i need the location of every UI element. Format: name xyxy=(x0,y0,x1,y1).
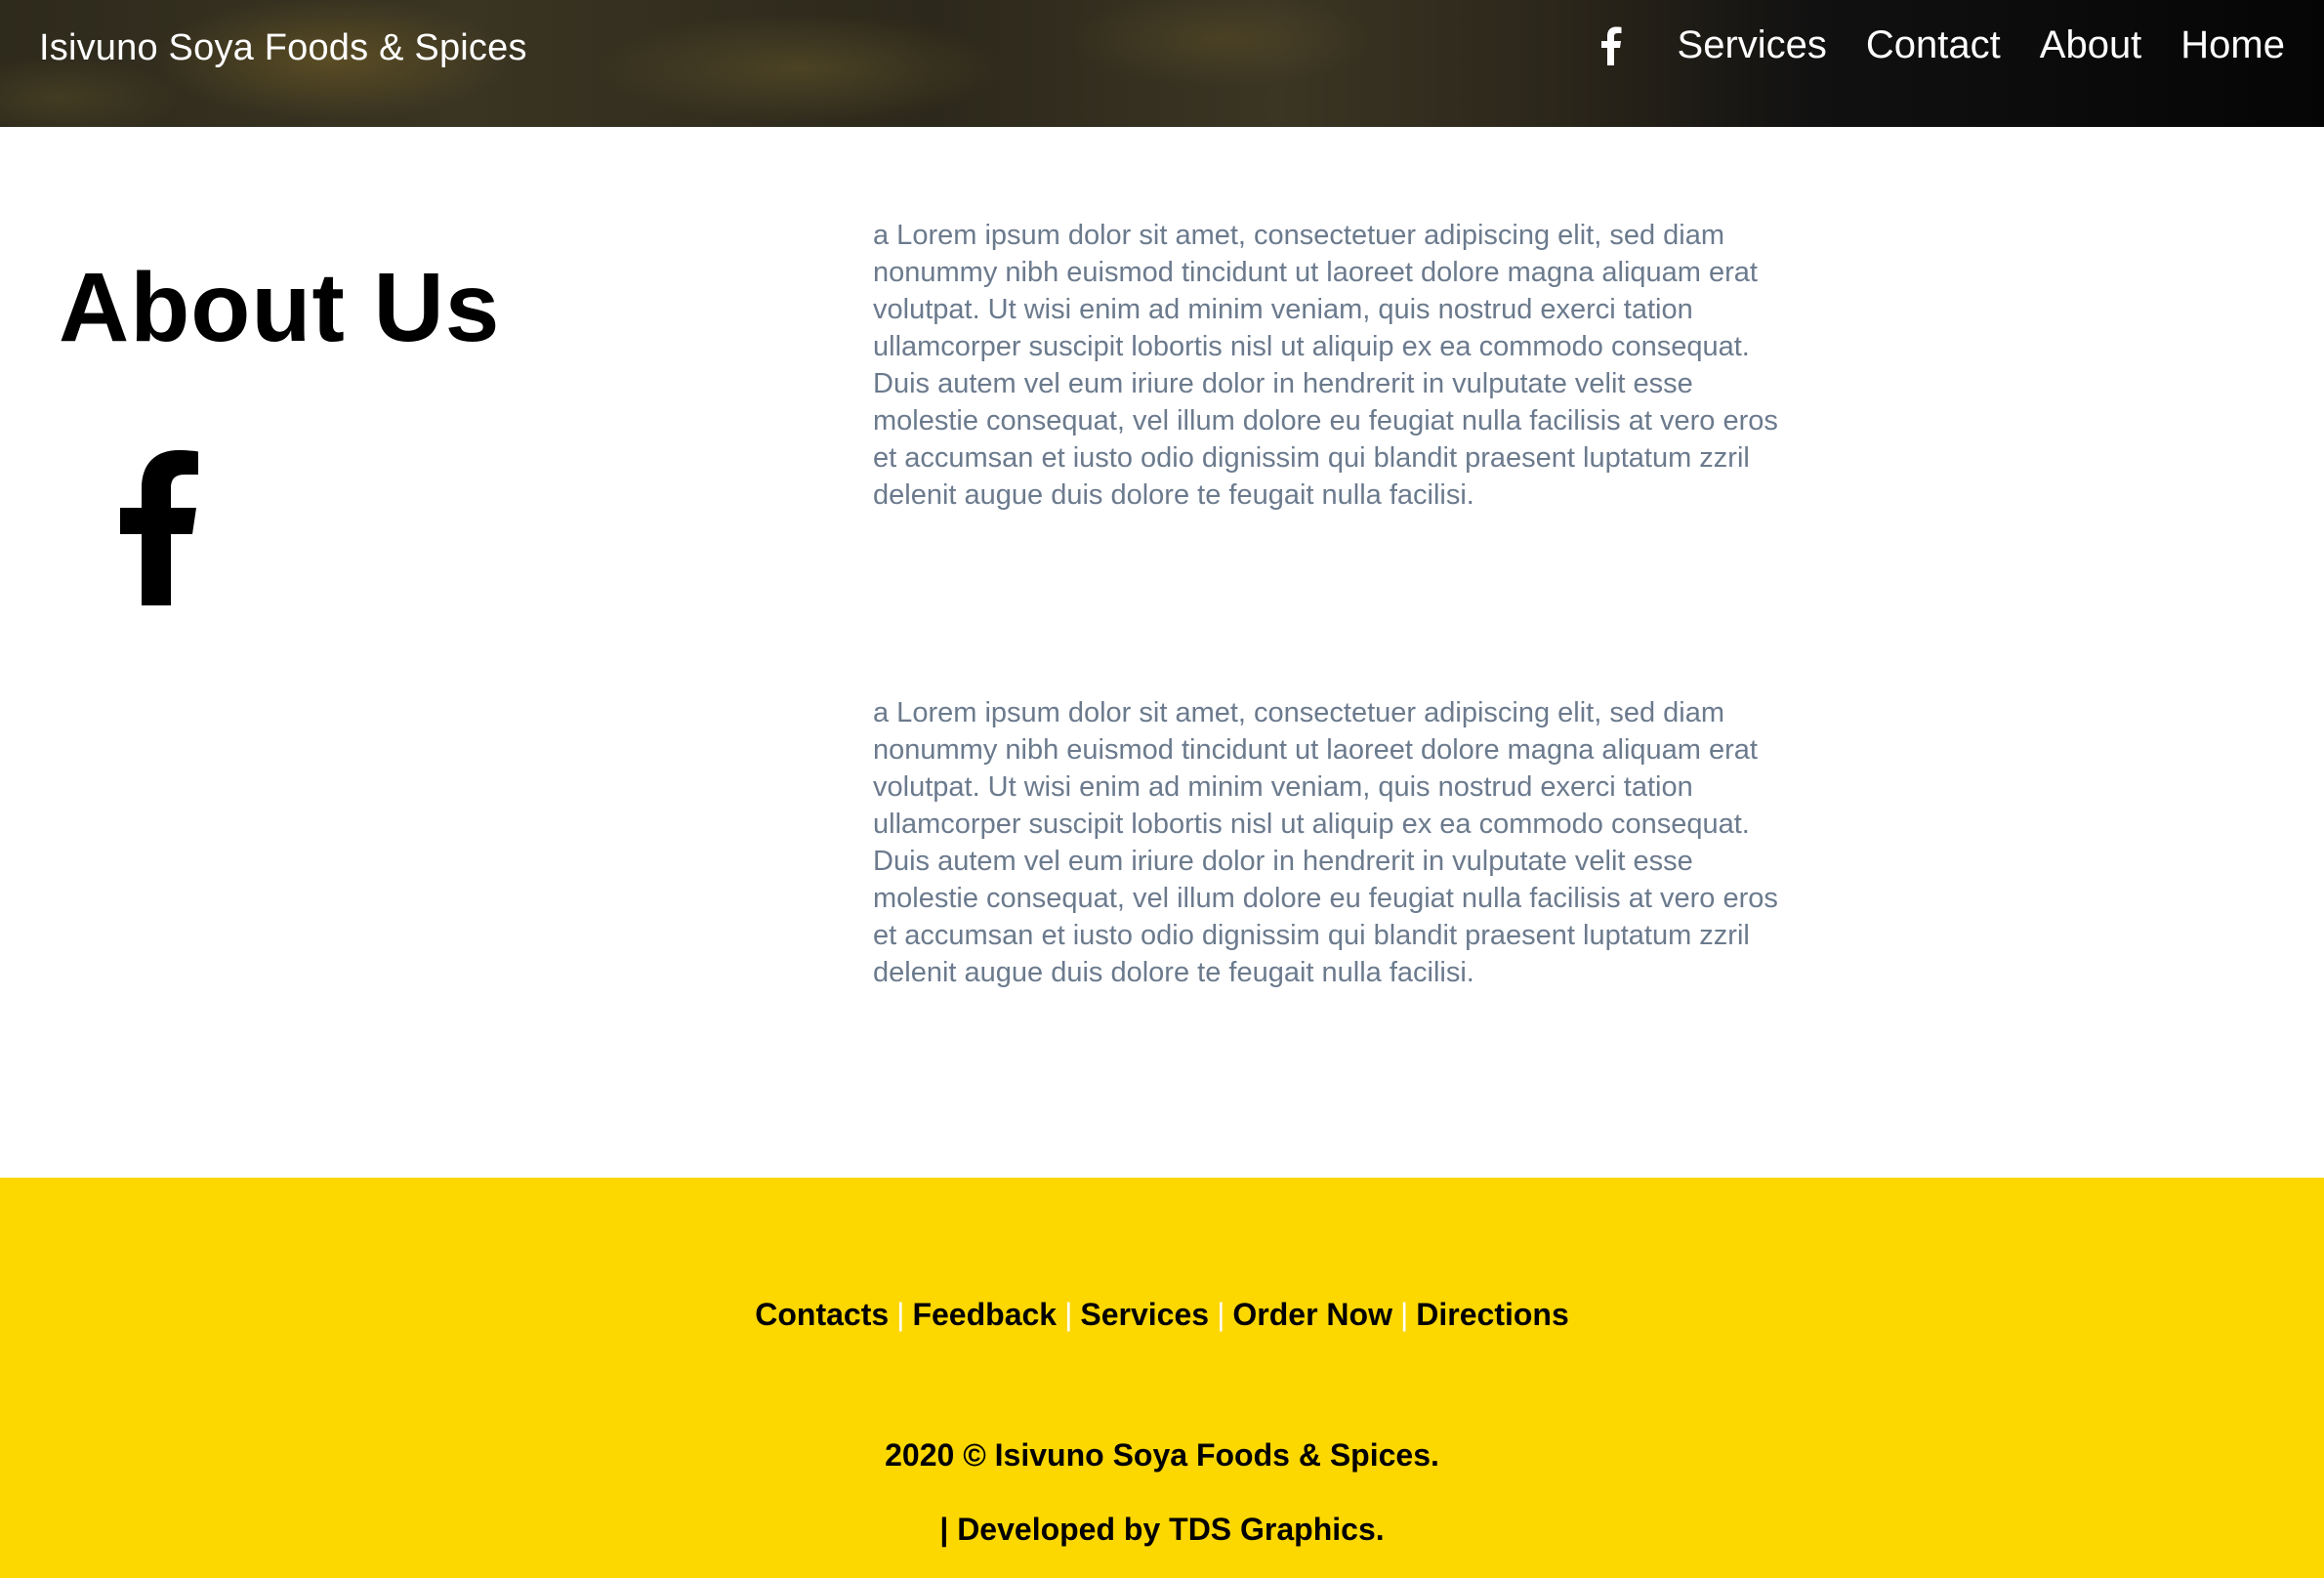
footer-link-contacts[interactable]: Contacts xyxy=(755,1297,889,1332)
link-separator: | xyxy=(896,1297,905,1332)
nav-about-link[interactable]: About xyxy=(2040,23,2142,67)
footer-link-services[interactable]: Services xyxy=(1080,1297,1209,1332)
site-header: Isivuno Soya Foods & Spices Services Con… xyxy=(0,0,2324,127)
nav-home-link[interactable]: Home xyxy=(2180,23,2285,67)
page-title: About Us xyxy=(59,253,501,362)
site-brand[interactable]: Isivuno Soya Foods & Spices xyxy=(39,27,527,69)
footer-link-feedback[interactable]: Feedback xyxy=(912,1297,1057,1332)
site-footer: Contacts | Feedback | Services | Order Now | Dir… xyxy=(0,1178,2324,1578)
footer-link-directions[interactable]: Directions xyxy=(1416,1297,1568,1332)
footer-link-order-now[interactable]: Order Now xyxy=(1232,1297,1392,1332)
facebook-icon[interactable] xyxy=(114,449,198,605)
footer-links: Contacts | Feedback | Services | Order Now | Dir… xyxy=(0,1297,2324,1333)
link-separator: | xyxy=(1399,1297,1409,1332)
copyright-text: 2020 © Isivuno Soya Foods & Spices. xyxy=(885,1437,1439,1473)
developer-credit: | Developed by TDS Graphics. xyxy=(939,1512,1385,1547)
nav-contact-link[interactable]: Contact xyxy=(1866,23,2001,67)
nav-services-link[interactable]: Services xyxy=(1678,23,1827,67)
about-paragraph: a Lorem ipsum dolor sit amet, consectetu… xyxy=(873,697,1778,988)
about-paragraph: a Lorem ipsum dolor sit amet, consectetu… xyxy=(873,220,1778,511)
link-separator: | xyxy=(1217,1297,1225,1332)
main-nav: Services Contact About Home xyxy=(1598,23,2285,67)
link-separator: | xyxy=(1064,1297,1073,1332)
facebook-icon[interactable] xyxy=(1598,26,1623,65)
